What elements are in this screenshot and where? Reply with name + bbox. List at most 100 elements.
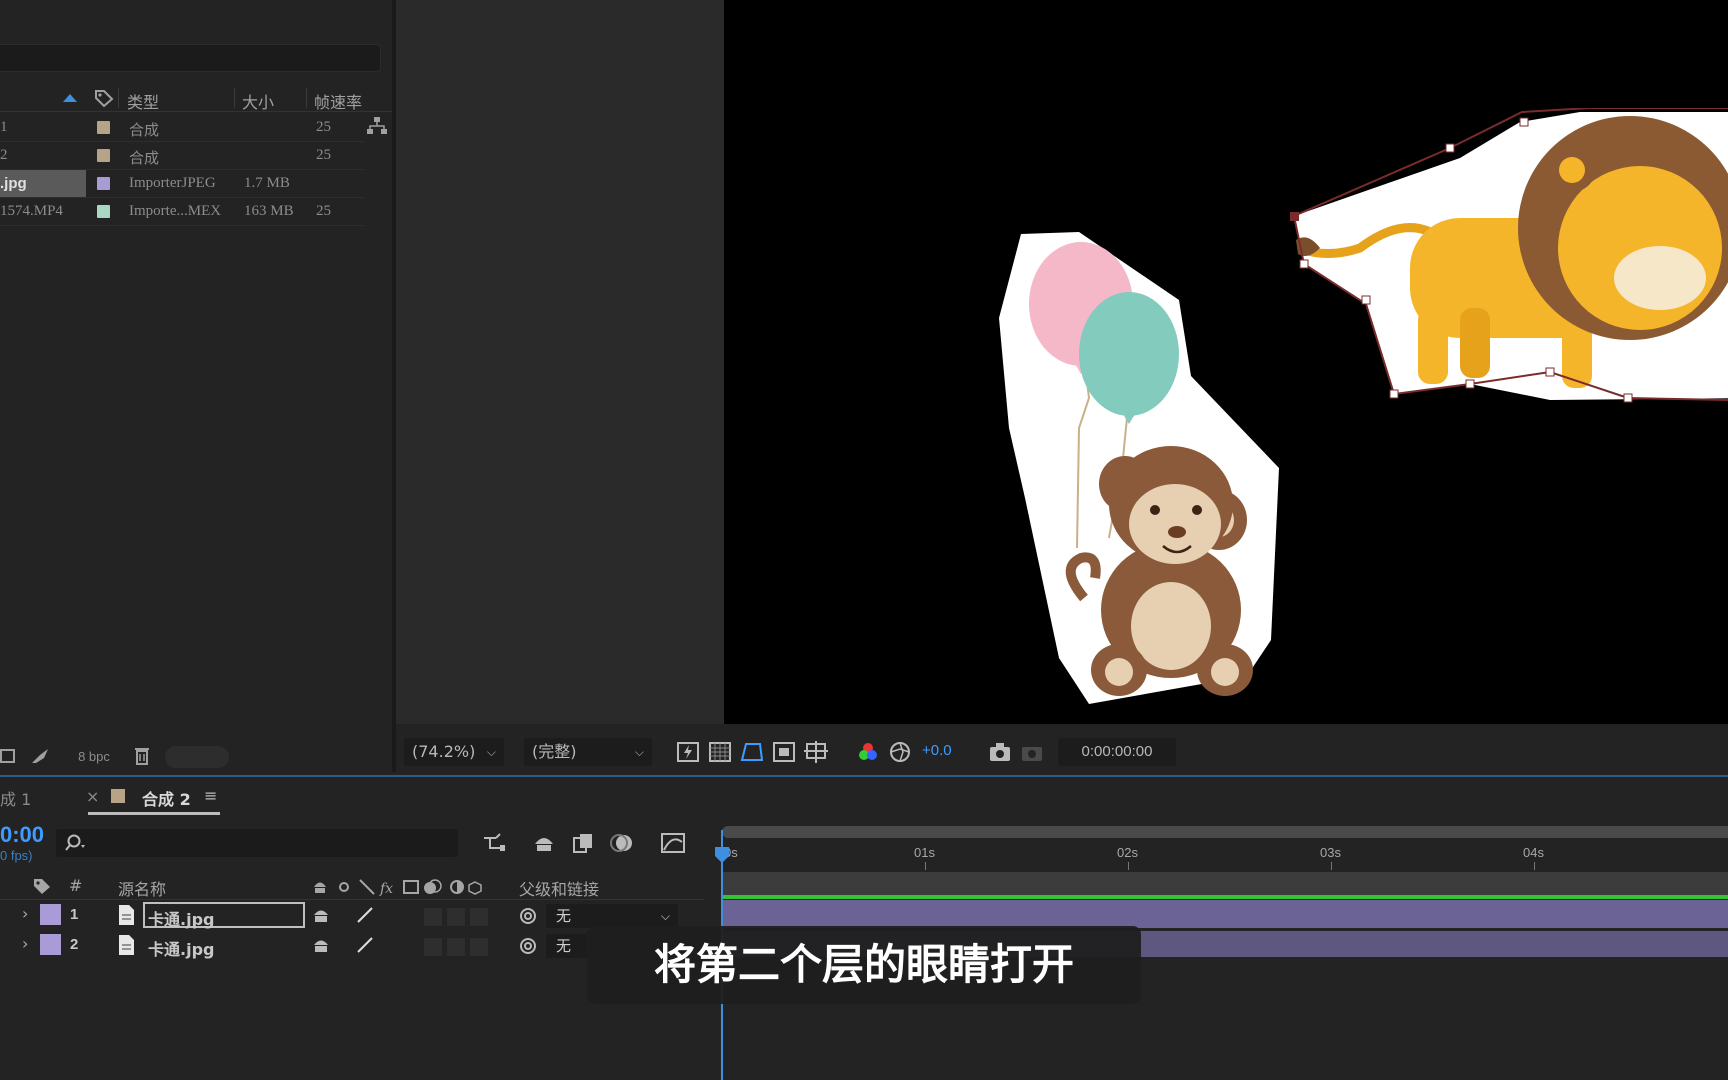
- project-item[interactable]: 2 合成 25: [0, 142, 365, 170]
- shy-switch-icon[interactable]: [312, 906, 330, 924]
- item-name: 2: [0, 147, 8, 163]
- item-name: 1: [0, 119, 8, 135]
- switch-box[interactable]: [424, 908, 442, 926]
- mask-visibility-icon[interactable]: [740, 740, 764, 764]
- column-frame-rate[interactable]: 帧速率: [314, 89, 362, 113]
- current-time-display[interactable]: 0:00: [0, 822, 44, 848]
- render-queue-icon[interactable]: [30, 746, 52, 766]
- thumbnail-slider[interactable]: [165, 746, 229, 768]
- switch-box[interactable]: [424, 938, 442, 956]
- switch-box[interactable]: [470, 908, 488, 926]
- interpret-footage-icon[interactable]: [0, 748, 16, 764]
- panel-menu-icon[interactable]: ≡: [204, 786, 217, 805]
- show-snapshot-icon[interactable]: [1020, 740, 1044, 764]
- project-item[interactable]: 1 合成 25: [0, 114, 365, 142]
- column-type[interactable]: 类型: [127, 89, 159, 113]
- quality-switch-icon[interactable]: [356, 936, 374, 954]
- resolution-value: (完整): [532, 742, 577, 761]
- label-color-swatch[interactable]: [97, 205, 110, 218]
- flowchart-icon[interactable]: [366, 116, 388, 136]
- layer-number: 2: [70, 936, 79, 953]
- item-name: 1574.MP4: [0, 203, 63, 219]
- item-type: ImporterJPEG: [129, 175, 216, 191]
- comp-track-area: [722, 872, 1728, 896]
- active-panel-highlight: [0, 775, 1728, 777]
- exposure-value[interactable]: +0.0: [922, 742, 952, 759]
- column-source-name[interactable]: 源名称: [118, 876, 166, 900]
- color-channels-icon[interactable]: [856, 740, 880, 764]
- shy-layers-icon[interactable]: [532, 832, 556, 854]
- grid-guides-icon[interactable]: [804, 740, 828, 764]
- switch-box[interactable]: [447, 938, 465, 956]
- layer-1-duration-bar[interactable]: [722, 900, 1728, 928]
- label-tag-icon[interactable]: [94, 89, 114, 107]
- label-color-swatch[interactable]: [97, 121, 110, 134]
- item-name: .jpg: [0, 175, 27, 192]
- snapshot-camera-icon[interactable]: [988, 740, 1012, 764]
- transparency-grid-icon[interactable]: [708, 740, 732, 764]
- timeline-search-input[interactable]: [56, 829, 458, 857]
- composition-canvas[interactable]: [724, 0, 1728, 724]
- expand-chevron-icon[interactable]: ›: [22, 904, 28, 923]
- magnification-dropdown[interactable]: (74.2%) ⌵: [404, 738, 504, 766]
- frame-blending-icon[interactable]: [572, 832, 596, 854]
- expand-chevron-icon[interactable]: ›: [22, 934, 28, 953]
- close-icon[interactable]: ×: [86, 787, 99, 806]
- item-type: 合成: [129, 121, 160, 139]
- reset-exposure-icon[interactable]: [888, 740, 912, 764]
- switch-box[interactable]: [470, 938, 488, 956]
- label-color-swatch[interactable]: [97, 149, 110, 162]
- resolution-dropdown[interactable]: (完整) ⌵: [524, 738, 652, 766]
- layer-name[interactable]: 卡通.jpg: [148, 906, 214, 930]
- fast-previews-icon[interactable]: [676, 740, 700, 764]
- quality-switch-icon[interactable]: [356, 906, 374, 924]
- project-item-selected[interactable]: .jpg ImporterJPEG 1.7 MB: [0, 170, 365, 198]
- mask-path[interactable]: [1290, 108, 1728, 408]
- item-size: 1.7 MB: [244, 175, 290, 191]
- switches-header-icons: fx: [314, 879, 482, 896]
- trash-icon[interactable]: [134, 746, 150, 766]
- item-type: 合成: [129, 149, 160, 167]
- ruler-label: 04s: [1523, 845, 1544, 860]
- shy-switch-icon[interactable]: [312, 936, 330, 954]
- project-item[interactable]: 1574.MP4 Importe...MEX 163 MB 25: [0, 198, 365, 226]
- project-search-input[interactable]: [0, 44, 381, 72]
- comp-color-swatch: [111, 789, 125, 803]
- parent-dropdown[interactable]: 无 ⌵: [546, 904, 678, 928]
- render-cache-indicator: [722, 895, 1728, 899]
- subtitle-caption: 将第二个层的眼睛打开: [587, 926, 1141, 1004]
- column-size[interactable]: 大小: [242, 89, 274, 113]
- motion-blur-icon[interactable]: [610, 832, 634, 854]
- pick-whip-icon[interactable]: [518, 906, 538, 926]
- column-number[interactable]: #: [69, 876, 82, 895]
- layer-label-color[interactable]: [40, 904, 61, 925]
- playhead-handle[interactable]: [714, 846, 730, 864]
- tab-comp-2[interactable]: 合成 2: [142, 786, 191, 810]
- label-tag-icon[interactable]: [32, 877, 52, 895]
- label-color-swatch[interactable]: [97, 177, 110, 190]
- item-fps: 25: [316, 147, 331, 163]
- monkey-balloons-image[interactable]: [979, 228, 1339, 708]
- ruler-label: 02s: [1117, 845, 1138, 860]
- viewer-timecode[interactable]: 0:00:00:00: [1058, 738, 1176, 766]
- tab-comp-1[interactable]: 成 1: [0, 786, 31, 810]
- bit-depth-button[interactable]: 8 bpc: [64, 746, 124, 768]
- ruler-tick: [925, 862, 926, 870]
- region-of-interest-icon[interactable]: [772, 740, 796, 764]
- work-area-bar[interactable]: [722, 826, 1728, 838]
- magnification-value: (74.2%): [412, 742, 476, 761]
- comp-mini-flowchart-icon[interactable]: [482, 832, 508, 854]
- column-parent-link[interactable]: 父级和链接: [519, 876, 599, 900]
- pick-whip-icon[interactable]: [518, 936, 538, 956]
- sort-ascending-icon[interactable]: [62, 93, 78, 103]
- ruler-label: 03s: [1320, 845, 1341, 860]
- fps-display: 0 fps): [0, 848, 33, 863]
- parent-value: 无: [556, 907, 572, 925]
- graph-editor-icon[interactable]: [660, 832, 686, 854]
- switch-box[interactable]: [447, 908, 465, 926]
- item-fps: 25: [316, 119, 331, 135]
- viewer-toolbar: (74.2%) ⌵ (完整) ⌵ +0.0 0:00:00:00: [396, 735, 1728, 773]
- layer-name[interactable]: 卡通.jpg: [148, 936, 214, 960]
- project-panel: 类型 大小 帧速率 1 合成 25 2 合成 25 .jpg ImporterJ…: [0, 0, 392, 772]
- layer-label-color[interactable]: [40, 934, 61, 955]
